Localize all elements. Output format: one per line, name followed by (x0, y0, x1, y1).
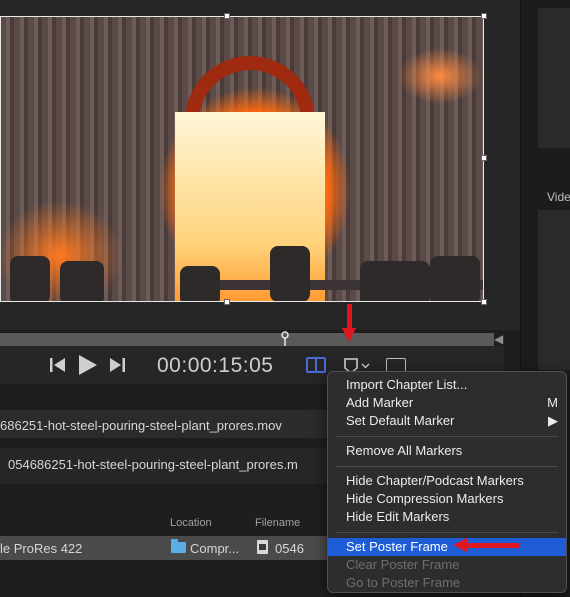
location-cell: Compr... (190, 541, 240, 556)
menu-item-add-marker[interactable]: Add Marker M (328, 394, 566, 412)
menu-item-hide-chapter-markers[interactable]: Hide Chapter/Podcast Markers (328, 472, 566, 490)
next-frame-icon[interactable] (110, 358, 126, 372)
menu-item-set-default-marker[interactable]: Set Default Marker ▶ (328, 412, 566, 430)
folder-icon (171, 539, 186, 553)
inspector-label: Vide (547, 190, 570, 204)
menu-item-import-chapter-list[interactable]: Import Chapter List... (328, 376, 566, 394)
markers-context-menu: Import Chapter List... Add Marker M Set D… (327, 371, 567, 593)
file-name: 686251-hot-steel-pouring-steel-plant_pro… (0, 418, 282, 433)
caption-icon[interactable] (386, 358, 406, 372)
timeline-end-icon: ◀ (494, 332, 504, 346)
previous-frame-icon[interactable] (50, 358, 66, 372)
annotation-arrow-head (342, 328, 356, 342)
selection-frame[interactable] (0, 16, 484, 302)
column-header-filename[interactable]: Filename (255, 517, 300, 529)
submenu-arrow-icon: ▶ (548, 413, 558, 428)
shortcut-label: M (547, 395, 558, 410)
inspector-box (538, 210, 570, 370)
annotation-arrow-head (453, 538, 467, 552)
play-icon[interactable] (79, 355, 97, 375)
resize-handle[interactable] (224, 299, 230, 305)
menu-item-set-poster-frame[interactable]: Set Poster Frame (328, 538, 566, 556)
timeline-scrubber[interactable] (0, 333, 494, 346)
menu-separator (336, 466, 558, 467)
resize-handle[interactable] (224, 13, 230, 19)
column-header-location[interactable]: Location (170, 517, 212, 529)
menu-item-hide-edit-markers[interactable]: Hide Edit Markers (328, 508, 566, 526)
chapter-view-icon[interactable] (306, 357, 326, 373)
file-title[interactable]: 054686251-hot-steel-pouring-steel-plant_… (8, 457, 298, 472)
menu-item-clear-poster-frame: Clear Poster Frame (346, 557, 460, 572)
playhead-icon[interactable] (281, 331, 289, 347)
inspector-box (538, 8, 570, 148)
menu-separator (336, 532, 558, 533)
menu-item-remove-all-markers[interactable]: Remove All Markers (328, 442, 566, 460)
menu-separator (336, 436, 558, 437)
resize-handle[interactable] (481, 13, 487, 19)
menu-item-hide-compression-markers[interactable]: Hide Compression Markers (328, 490, 566, 508)
file-icon (257, 540, 268, 554)
annotation-arrow (466, 543, 520, 548)
resize-handle[interactable] (481, 299, 487, 305)
filename-cell: 0546 (275, 541, 304, 556)
resize-handle[interactable] (481, 155, 487, 161)
timecode-display: 00:00:15:05 (157, 354, 274, 377)
menu-item-go-to-poster-frame: Go to Poster Frame (346, 575, 461, 590)
format-cell: le ProRes 422 (0, 541, 83, 556)
